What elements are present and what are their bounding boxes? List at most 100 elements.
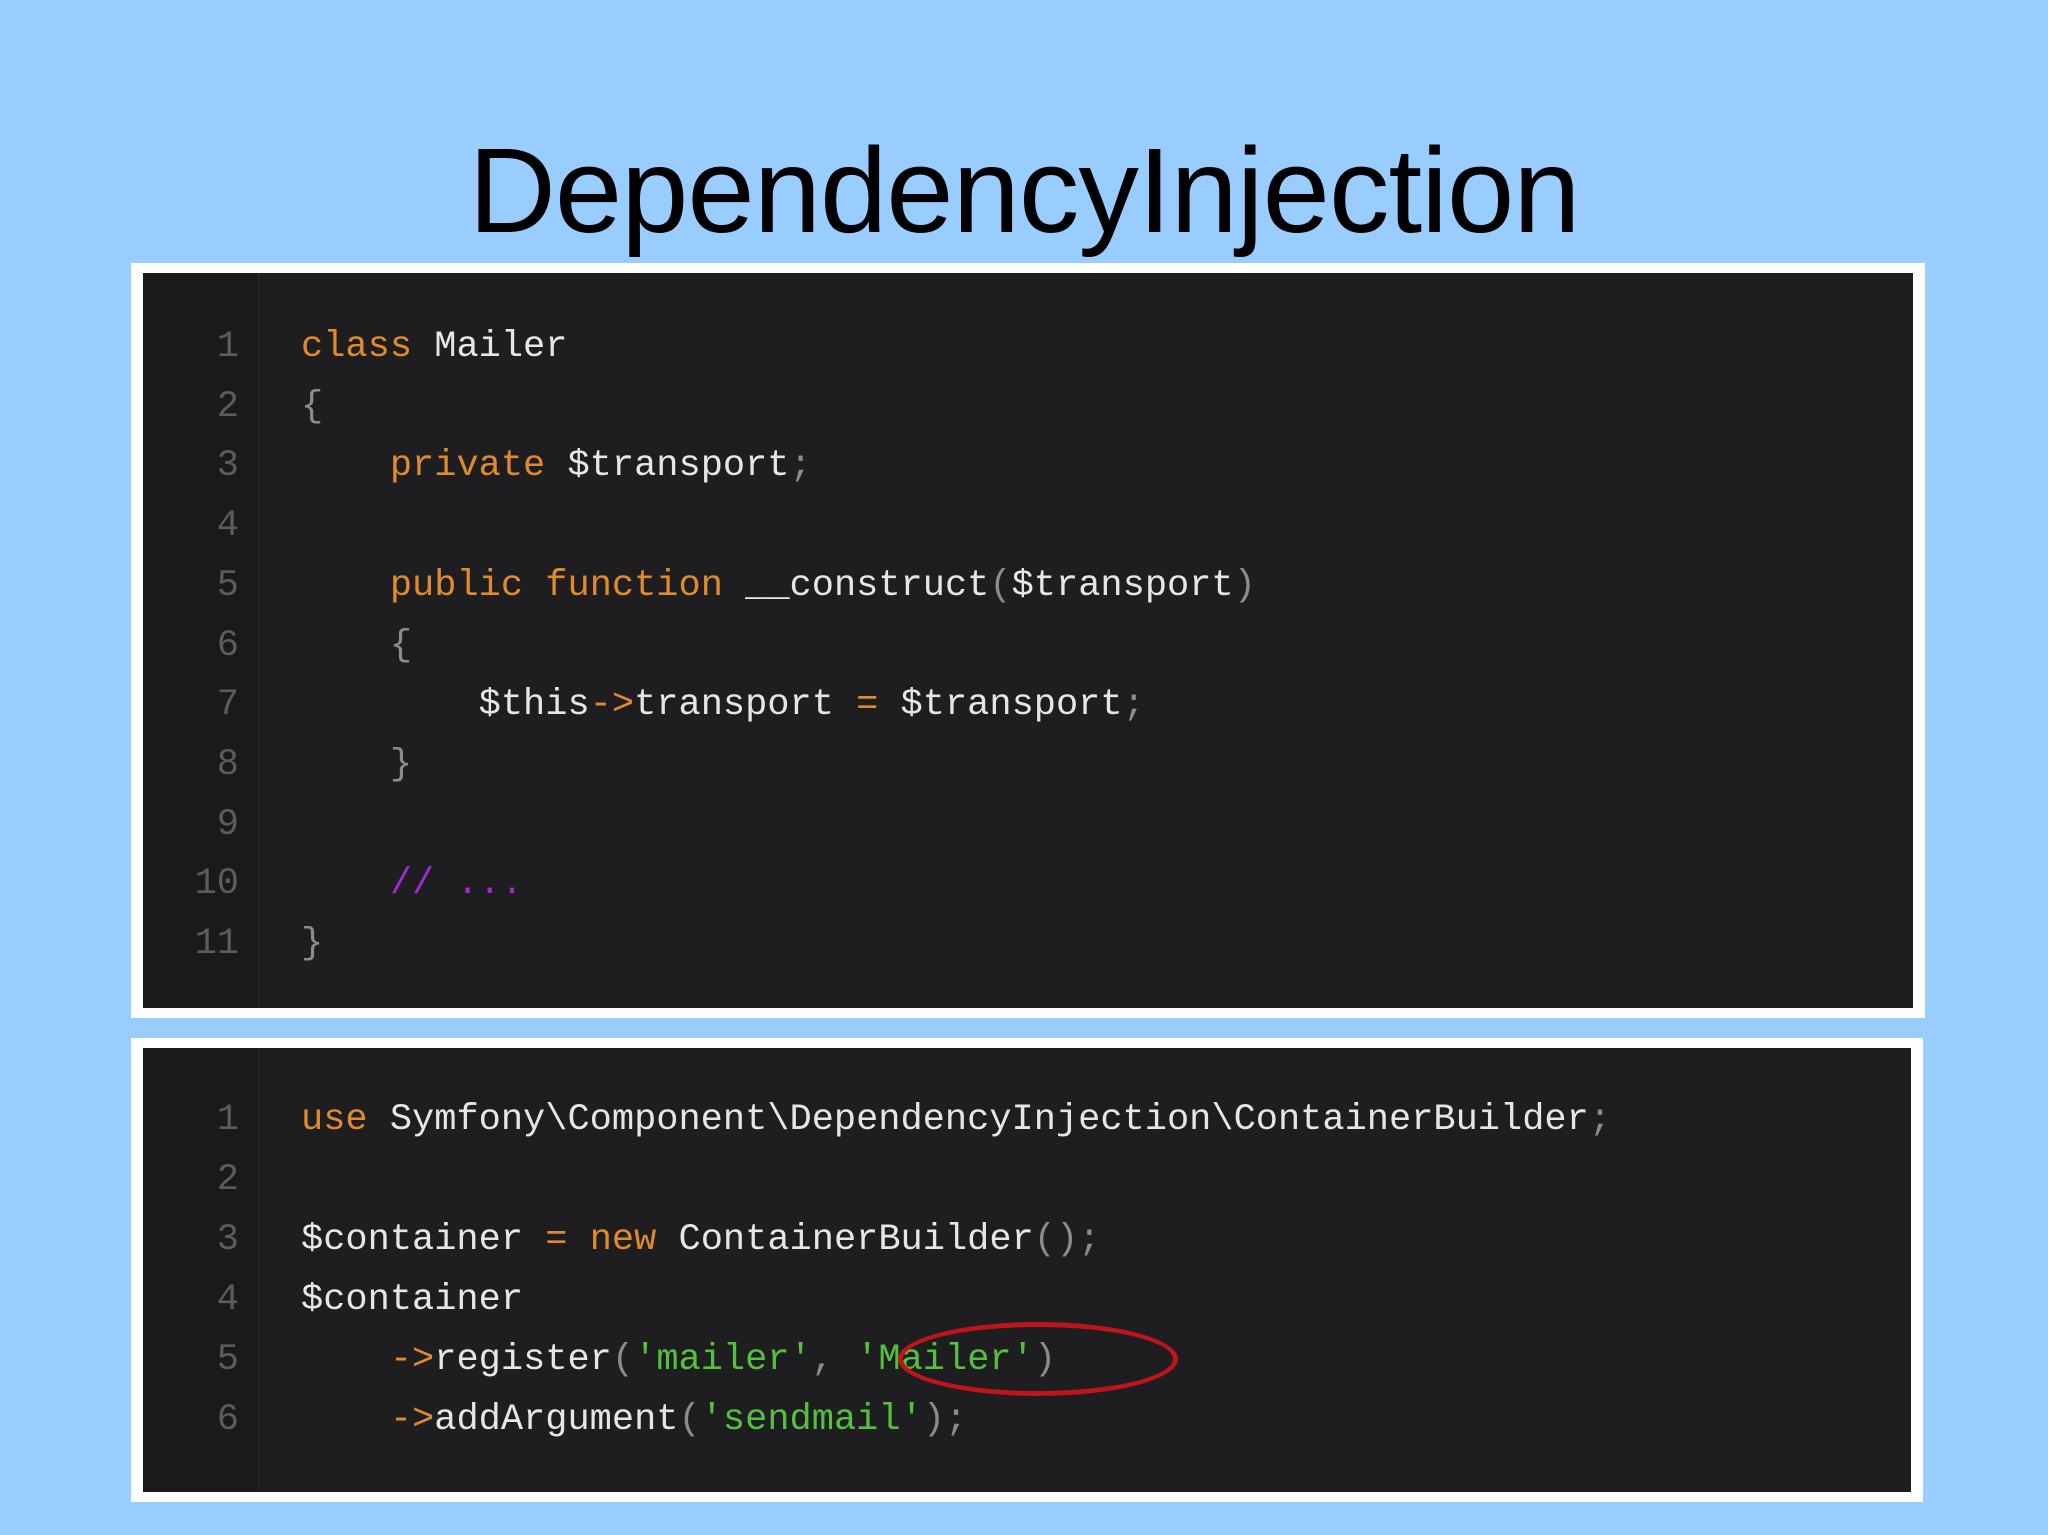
- code-line: 1 use Symfony\Component\DependencyInjecti…: [143, 1090, 1911, 1150]
- code-token: $transport: [878, 684, 1123, 727]
- code-token: (: [678, 1399, 701, 1441]
- code-line: 11}: [143, 914, 1913, 974]
- code-line: 5 ->register('mailer', 'Mailer'): [143, 1330, 1911, 1390]
- code-text: // ...: [301, 854, 523, 914]
- line-number: 7: [216, 684, 239, 727]
- code-token: private: [389, 445, 546, 488]
- code-token: ->: [589, 684, 635, 727]
- code-token: $this: [301, 684, 590, 727]
- code-line: 3 $container = new ContainerBuilder();: [143, 1210, 1911, 1270]
- line-number: 10: [194, 863, 239, 906]
- code-line: 5 public function __construct($transport…: [143, 556, 1913, 616]
- code-text: }: [301, 735, 412, 795]
- code-token: 'mailer': [634, 1339, 812, 1381]
- code-token: =: [545, 1219, 568, 1261]
- code-text: ->register('mailer', 'Mailer'): [301, 1330, 1056, 1390]
- code-line: 7 $this->transport = $transport;: [143, 675, 1913, 735]
- code-token: =: [856, 684, 879, 727]
- line-number: 11: [194, 923, 239, 965]
- code-token: // ...: [389, 863, 524, 906]
- code-token: function: [545, 564, 723, 607]
- code-line: 3 private $transport;: [143, 436, 1913, 496]
- code-line: 1 class Mailer: [143, 317, 1913, 377]
- code-text: $this->transport = $transport;: [301, 675, 1145, 735]
- code-token: $container: [301, 1219, 546, 1261]
- code-token: ;: [1588, 1099, 1612, 1141]
- code-token: $transport: [1011, 564, 1234, 607]
- code-token: {: [389, 624, 413, 667]
- code-token: register: [434, 1339, 612, 1381]
- slide-title: DependencyInjection: [468, 122, 1580, 258]
- code-token: use: [301, 1099, 368, 1141]
- code-line: 6 {: [143, 616, 1913, 676]
- code-token: ;: [1122, 684, 1145, 727]
- line-number: 5: [216, 564, 239, 607]
- code-line: 9: [143, 795, 1913, 855]
- line-number: 6: [216, 624, 239, 667]
- code-line: 8 }: [143, 735, 1913, 795]
- code-line: 10 // ...: [143, 854, 1913, 914]
- line-number: 1: [216, 1099, 239, 1141]
- code-text: ->addArgument('sendmail');: [301, 1390, 967, 1450]
- code-text: class Mailer: [301, 317, 567, 377]
- code-token: new: [589, 1219, 657, 1261]
- code-token: ->: [389, 1339, 435, 1381]
- line-number: 2: [216, 1159, 239, 1201]
- code-token: __construct: [722, 564, 990, 607]
- code-token: }: [301, 923, 324, 965]
- code-token: ContainerBuilder: [656, 1219, 1034, 1261]
- code-token: ;: [789, 445, 812, 488]
- code-token: {: [301, 385, 324, 428]
- code-text: use Symfony\Component\DependencyInjectio…: [301, 1090, 1611, 1150]
- code-text: private $transport;: [301, 436, 812, 496]
- line-number: 3: [216, 445, 239, 488]
- code-token: );: [922, 1399, 968, 1441]
- code-token: }: [389, 743, 413, 786]
- code-token: Symfony\Component\DependencyInjection\Co…: [367, 1099, 1589, 1141]
- code-text: public function __construct($transport): [301, 556, 1256, 616]
- line-number: 5: [216, 1339, 239, 1381]
- code-token: transport: [634, 684, 857, 727]
- code-token: ();: [1033, 1219, 1101, 1261]
- code-token: ->: [389, 1399, 435, 1441]
- code-token: (: [611, 1339, 635, 1381]
- line-number: 6: [216, 1399, 239, 1441]
- code-text: {: [301, 616, 412, 676]
- code-text: }: [301, 914, 323, 974]
- code-token: ): [1033, 1339, 1057, 1381]
- code-token: Mailer: [412, 326, 568, 368]
- code-token: ,: [811, 1339, 857, 1381]
- code-line: 4: [143, 496, 1913, 556]
- line-number: 4: [216, 1279, 239, 1321]
- code-token: $container: [301, 1279, 524, 1321]
- code-token: $transport: [545, 445, 790, 488]
- code-token: class: [301, 326, 413, 368]
- line-number: 1: [216, 326, 239, 368]
- line-number: 9: [216, 803, 239, 846]
- code-panel: 1 use Symfony\Component\DependencyInjecti…: [143, 1048, 1911, 1492]
- line-number: 3: [216, 1219, 239, 1261]
- line-number: 2: [216, 385, 239, 428]
- code-token: ): [1233, 564, 1256, 607]
- code-text: {: [301, 377, 323, 437]
- code-line: 2: [143, 1150, 1911, 1210]
- container-builder-code-block: 1 use Symfony\Component\DependencyInjecti…: [131, 1038, 1923, 1502]
- line-number: 8: [216, 743, 239, 786]
- code-panel: 1 class Mailer 2{3 private $transport; 4 5 p…: [143, 273, 1913, 1008]
- code-token: public: [389, 564, 524, 607]
- code-text: $container: [301, 1270, 523, 1330]
- code-text: $container = new ContainerBuilder();: [301, 1210, 1100, 1270]
- code-line: 2{: [143, 377, 1913, 437]
- mailer-class-code-block: 1 class Mailer 2{3 private $transport; 4 5 p…: [131, 263, 1925, 1018]
- code-line: 4 $container: [143, 1270, 1911, 1330]
- line-number: 4: [216, 505, 239, 548]
